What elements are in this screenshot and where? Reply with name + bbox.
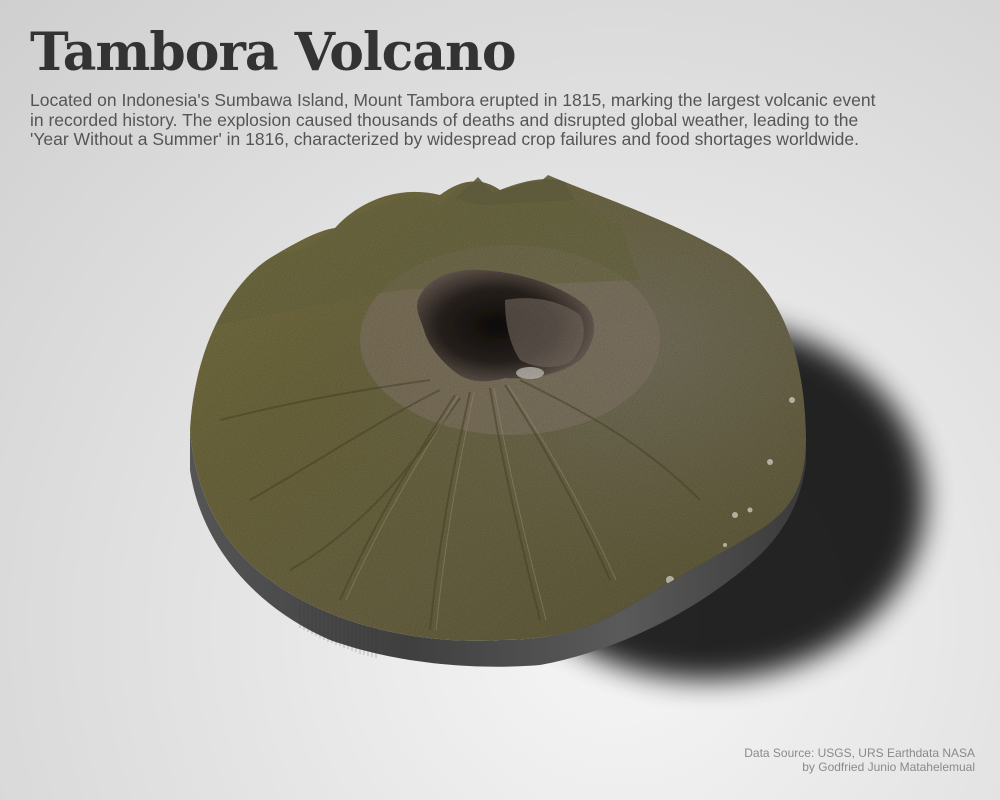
data-source: Data Source: USGS, URS Earthdata NASA: [744, 746, 975, 760]
volcano-3d-render: [190, 175, 925, 680]
credits: Data Source: USGS, URS Earthdata NASA by…: [744, 746, 975, 774]
summit-peaks: [455, 175, 575, 205]
author-credit: by Godfried Junio Matahelemual: [802, 759, 975, 774]
